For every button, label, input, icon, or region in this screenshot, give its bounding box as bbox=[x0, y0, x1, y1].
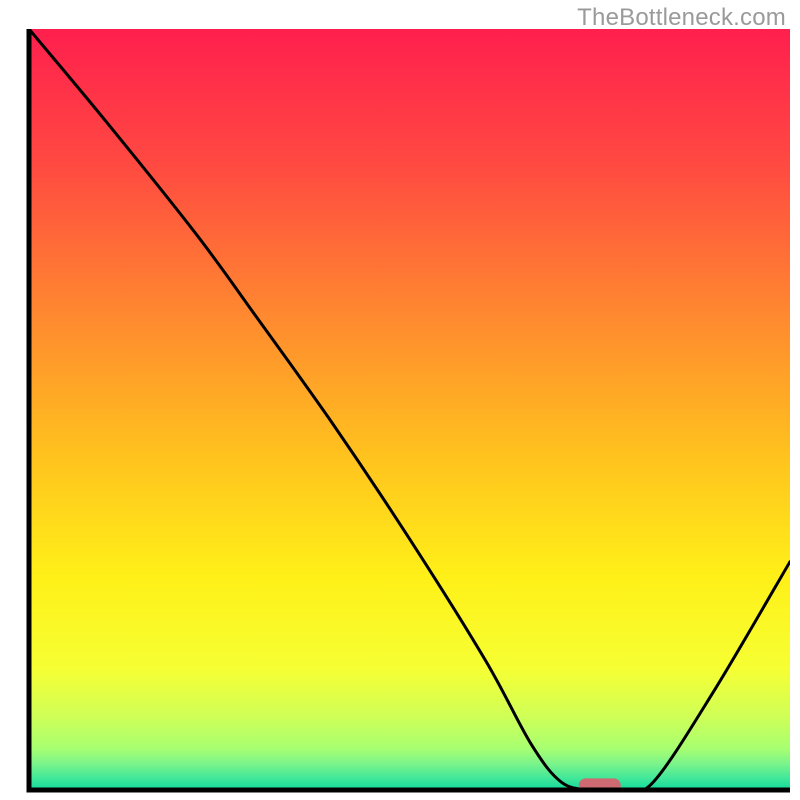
watermark-label: TheBottleneck.com bbox=[577, 4, 786, 32]
plot-background-gradient bbox=[29, 29, 790, 790]
bottleneck-chart bbox=[0, 0, 800, 800]
chart-container: TheBottleneck.com bbox=[0, 0, 800, 800]
